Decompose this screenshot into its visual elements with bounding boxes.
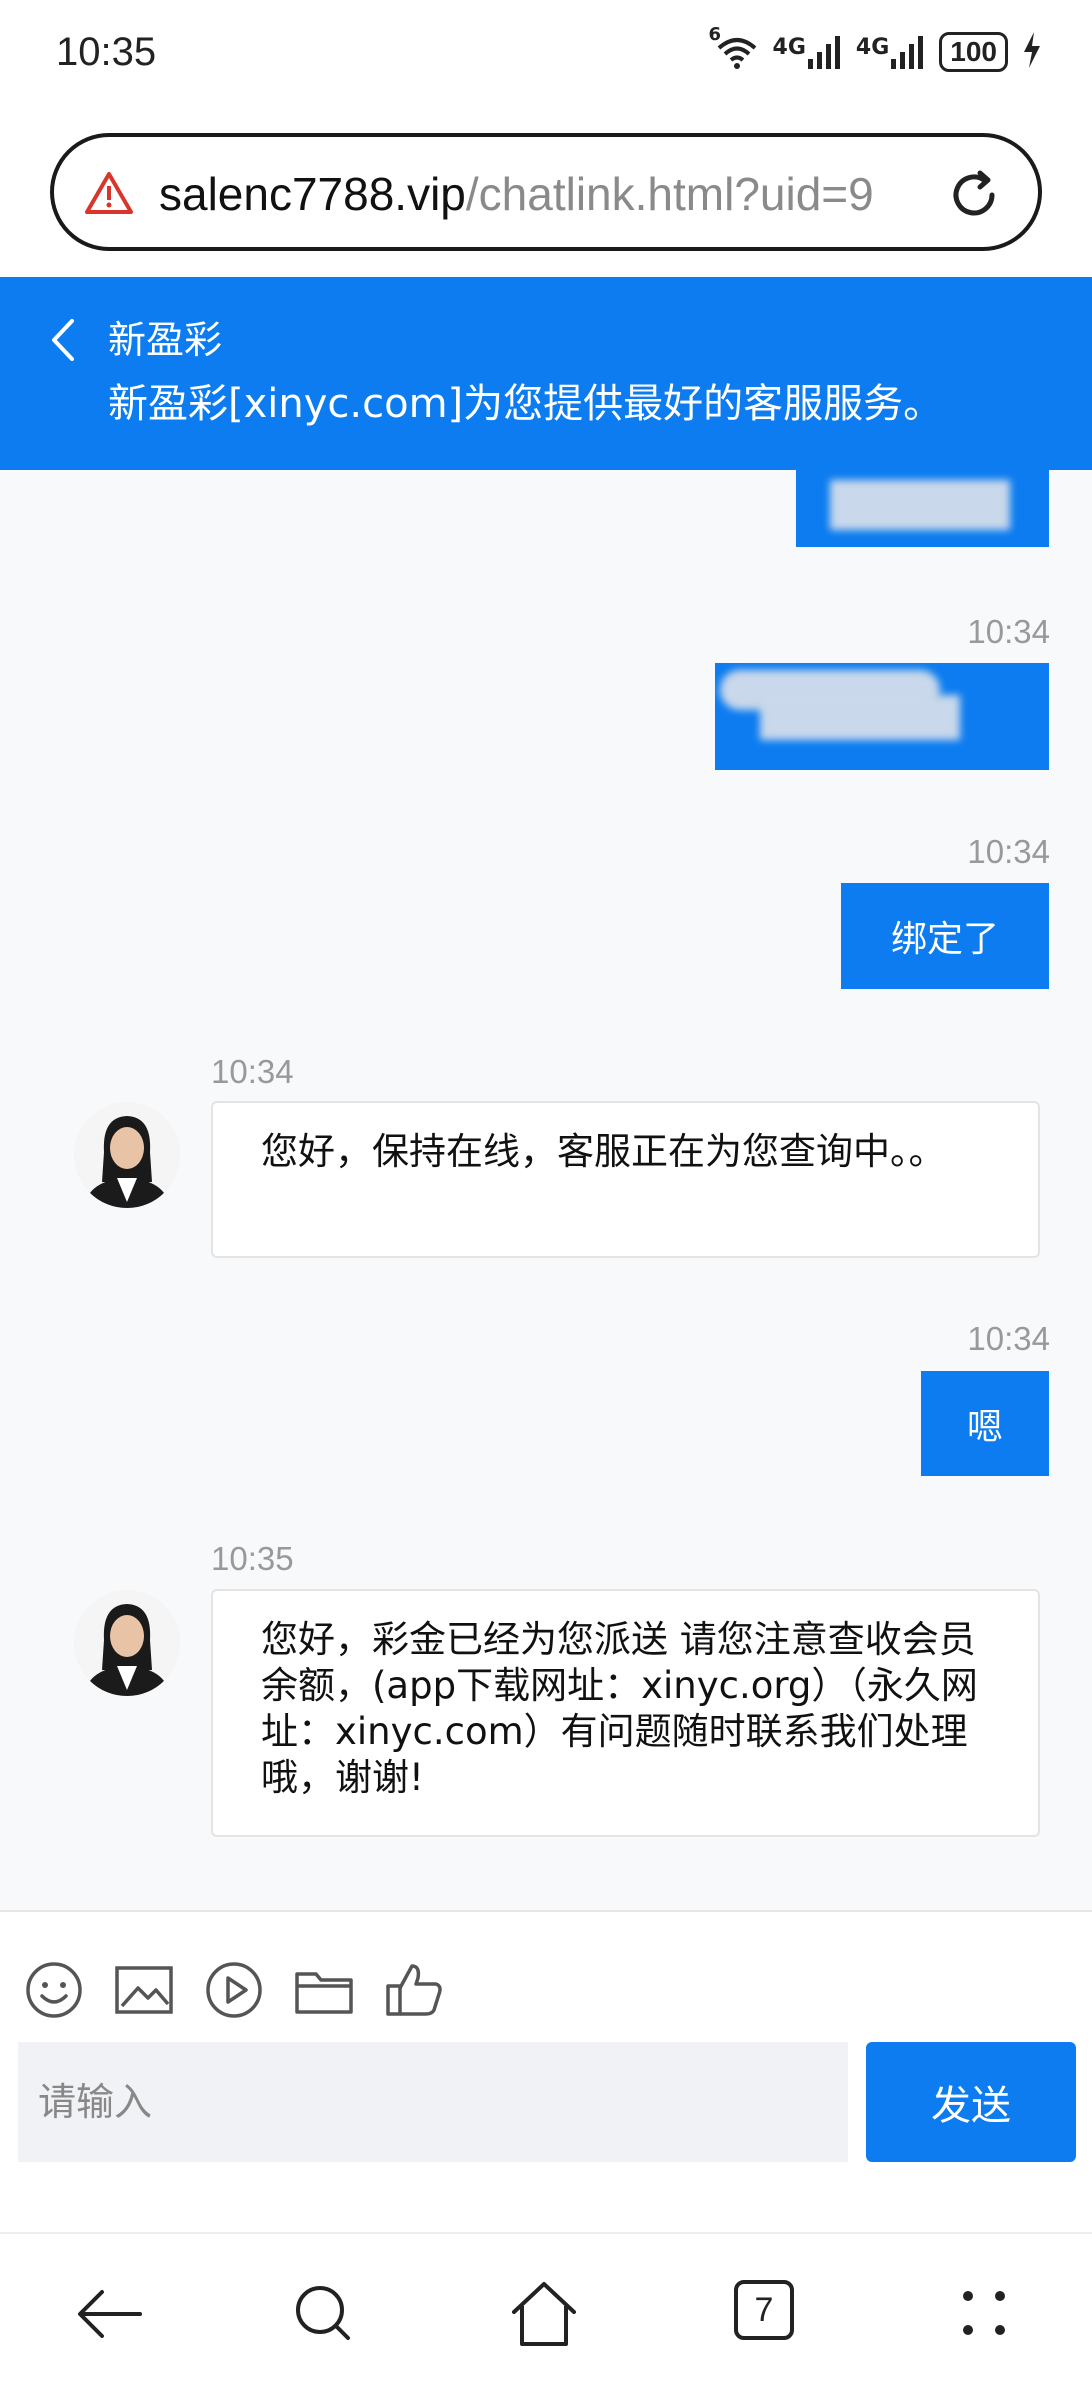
emoji-icon[interactable] <box>24 1960 84 2020</box>
message-list[interactable]: 10:34 10:34 绑定了 10:34 您好，保持在线，客服正在为您查询中。… <box>0 470 1092 1910</box>
video-icon[interactable] <box>204 1960 264 2020</box>
signal-label-2: 4G <box>855 35 890 60</box>
chat-subtitle: 新盈彩[xinyc.com]为您提供最好的客服服务。 <box>108 381 944 427</box>
message-time: 10:34 <box>967 833 1050 870</box>
url-path: /chatlink.html?uid=9 <box>465 168 874 220</box>
thumbs-up-icon[interactable] <box>384 1960 444 2020</box>
signal-icon-2: 4G <box>856 35 925 69</box>
back-arrow-icon[interactable] <box>68 2274 148 2354</box>
message-time: 10:35 <box>211 1540 294 1577</box>
url-domain: salenc7788.vip <box>159 168 466 220</box>
message-input[interactable] <box>18 2042 848 2162</box>
status-time: 10:35 <box>56 30 157 74</box>
home-icon[interactable] <box>504 2274 584 2354</box>
signal-icon-1: 4G <box>773 35 842 69</box>
wifi-label: 6 <box>708 24 722 45</box>
image-icon[interactable] <box>114 1960 174 2020</box>
outgoing-message: 嗯 <box>921 1371 1049 1476</box>
message-time: 10:34 <box>967 1320 1050 1357</box>
url-text[interactable]: salenc7788.vip/chatlink.html?uid=9 <box>159 167 959 221</box>
incoming-message: 您好，保持在线，客服正在为您查询中。。 <box>211 1101 1040 1258</box>
chat-header: 新盈彩 新盈彩[xinyc.com]为您提供最好的客服服务。 <box>0 277 1092 470</box>
message-time: 10:34 <box>967 613 1050 650</box>
tabs-button[interactable]: 7 <box>734 2280 794 2340</box>
folder-icon[interactable] <box>294 1960 354 2020</box>
agent-avatar <box>74 1102 180 1208</box>
battery-icon: 100 <box>939 32 1008 72</box>
message-time: 10:34 <box>211 1053 294 1090</box>
more-icon[interactable] <box>944 2274 1024 2354</box>
outgoing-message: 绑定了 <box>841 883 1049 989</box>
signal-label-1: 4G <box>772 35 806 60</box>
wifi-icon: 6 <box>709 24 759 70</box>
chat-title: 新盈彩 <box>108 318 223 362</box>
status-bar: 10:35 6 4G 4G 100 <box>0 0 1092 110</box>
send-button[interactable]: 发送 <box>866 2042 1076 2162</box>
back-icon[interactable] <box>44 315 84 365</box>
status-icons: 6 4G 4G 100 <box>709 24 1042 72</box>
url-bar[interactable]: salenc7788.vip/chatlink.html?uid=9 <box>50 133 1042 251</box>
charging-icon <box>1022 32 1042 72</box>
browser-nav: 7 <box>0 2232 1092 2400</box>
redaction-mask <box>760 695 960 740</box>
incoming-message: 您好，彩金已经为您派送 请您注意查收会员余额，(app下载网址：xinyc.or… <box>211 1589 1040 1837</box>
reload-icon[interactable] <box>944 165 1004 225</box>
composer: 发送 <box>0 1910 1092 2230</box>
search-icon[interactable] <box>284 2274 364 2354</box>
agent-avatar <box>74 1590 180 1696</box>
redaction-mask <box>830 480 1010 530</box>
warning-icon[interactable] <box>84 171 134 215</box>
